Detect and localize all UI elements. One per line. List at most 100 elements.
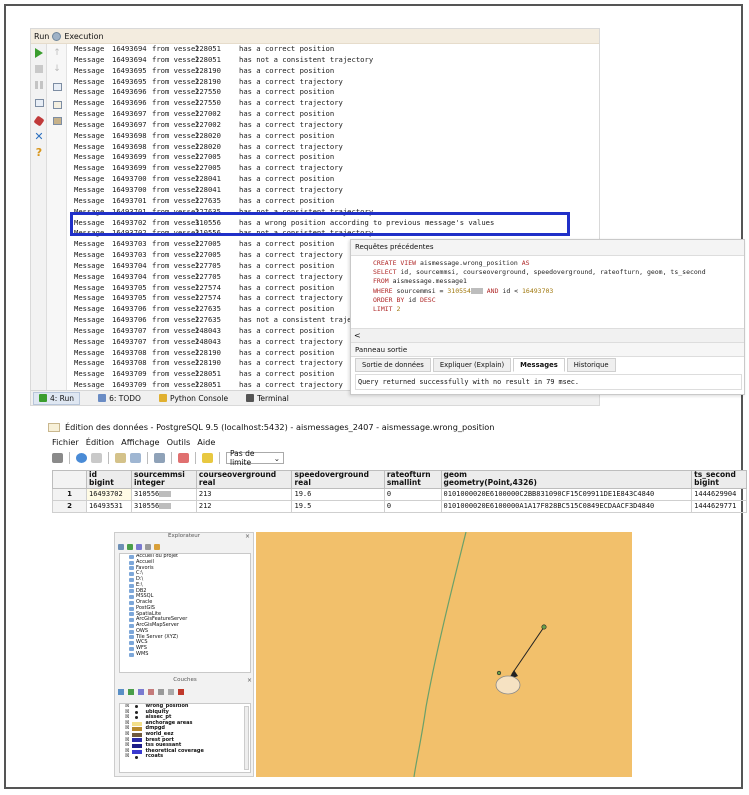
limit-select[interactable]: Pas de limite ⌄ [226,449,284,467]
cell-speedoverground[interactable]: 19.6 [291,487,385,501]
folder-icon [129,618,134,623]
arrow-up-icon[interactable]: ↑ [52,48,62,58]
filter-icon[interactable] [148,689,154,695]
folder-icon [129,635,134,640]
cell-sourcemmsi[interactable]: 310556 [130,487,197,501]
bottom-tab[interactable]: 6: TODO [98,394,141,403]
cell-speedoverground[interactable]: 19.5 [291,499,385,513]
edit-menubar: Fichier Édition Affichage Outils Aide [52,435,738,449]
log-field: has a correct trajectory [239,98,343,108]
column-header[interactable]: id bigint [86,470,132,489]
print-icon[interactable] [52,100,62,110]
table-row[interactable]: 2 16493531 310556 212 19.5 0 0101000020E610000… [52,499,747,513]
log-field: 16493697 [112,109,147,119]
cell-id[interactable]: 16493531 [86,499,132,513]
run-title: Execution [64,31,104,41]
help-icon[interactable] [202,453,213,463]
output-tab[interactable]: Messages [513,358,565,372]
stop-icon[interactable] [34,64,44,74]
cell-rateofturn[interactable]: 0 [383,487,442,501]
undo-icon[interactable] [91,453,102,463]
explorer-item[interactable]: WMS [123,651,250,658]
cell-geom[interactable]: 0101000020E6100000A1A17F828BC515C0849ECD… [440,499,693,513]
log-line: Message 16493696 from vessel 227550 has a co… [74,98,599,109]
delete-icon[interactable] [154,453,165,463]
cell-ts-second[interactable]: 1444629904 [691,487,747,501]
row-number[interactable]: 2 [52,499,87,513]
log-field: Message [74,130,105,140]
layer-checkbox[interactable]: ☒ [125,754,129,760]
trash-icon[interactable] [52,116,62,126]
data-grid[interactable]: id bigint sourcemmsi integer courseovergroun… [52,470,747,513]
explorer-tree[interactable]: Accueil du projet Accueil Favoris C:\ D:\ E:\… [119,553,251,673]
menu-item[interactable]: Affichage [121,437,159,447]
output-tab[interactable]: Expliquer (Explain) [432,358,512,372]
layers-scrollbar[interactable] [244,706,249,770]
style-icon[interactable] [118,689,124,695]
layout-icon[interactable] [34,98,44,108]
refresh-icon[interactable] [127,544,133,550]
output-tab[interactable]: Historique [566,358,616,372]
filter-icon[interactable] [136,544,142,550]
cell-id[interactable]: 16493702 [86,487,132,501]
collapse-icon[interactable] [145,544,151,550]
cell-ts-second[interactable]: 1444629771 [691,499,747,513]
gear-icon[interactable] [52,31,62,41]
menu-item[interactable]: Aide [197,437,215,447]
copy-icon[interactable] [115,453,126,463]
properties-icon[interactable] [154,544,160,550]
column-header[interactable]: sourcemmsi integer [130,470,197,489]
bottom-tab[interactable]: Terminal [246,394,289,403]
column-header[interactable]: rateofturn smallint [383,470,442,489]
log-field: has a correct trajectory [239,271,343,281]
output-tab[interactable]: Sortie de données [355,358,431,372]
sql-editor[interactable]: CREATE VIEW aismessage.wrong_position AS… [351,256,744,329]
cell-courseoverground[interactable]: 213 [195,487,293,501]
bottom-tab[interactable]: Python Console [158,394,228,403]
menu-item[interactable]: Outils [167,437,191,447]
add-group-icon[interactable] [128,689,134,695]
visibility-icon[interactable] [138,689,144,695]
expand-icon[interactable] [158,689,164,695]
close-icon[interactable]: ✕ [34,131,44,142]
cell-geom[interactable]: 0101000020E6100000C2BB831090CF15C09911DE… [440,487,693,501]
collapse-icon[interactable] [168,689,174,695]
save-icon[interactable] [52,453,63,463]
log-field: 227550 [195,87,221,97]
table-row[interactable]: 1 16493702 310556 213 19.6 0 0101000020E610000… [52,487,747,501]
filter-icon[interactable] [178,453,189,463]
paste-icon[interactable] [130,453,141,463]
log-field: has not a consistent trajectory [239,54,374,64]
layer-item[interactable]: ☒ rcoats [125,754,250,760]
row-number[interactable]: 1 [52,487,87,501]
remove-icon[interactable] [178,689,184,695]
column-header[interactable]: geom geometry(Point,4326) [440,470,693,489]
column-header[interactable]: speedoverground real [291,470,385,489]
log-line: Message 16493697 from vessel 227002 has a co… [74,109,599,120]
layers-tree[interactable]: ☒ wrong_position ☒ ubiquity ☒ aissec_pt ☒ ancho… [119,703,251,773]
cell-sourcemmsi[interactable]: 310556 [130,499,197,513]
column-header[interactable]: courseoverground real [195,470,293,489]
bottom-tab[interactable]: 4: Run [33,391,81,405]
cell-courseoverground[interactable]: 212 [195,499,293,513]
rerun-icon[interactable] [34,48,44,58]
pin-icon[interactable] [33,115,45,127]
arrow-down-icon[interactable]: ↓ [52,64,62,74]
refresh-icon[interactable] [76,453,87,463]
soft-wrap-icon[interactable] [52,82,62,92]
column-header[interactable]: ts_second bigint [691,470,747,489]
menu-item[interactable]: Fichier [52,437,79,447]
pause-icon[interactable] [34,80,44,90]
cell-rateofturn[interactable]: 0 [383,499,442,513]
horizontal-scrollbar[interactable]: < [351,329,744,343]
add-icon[interactable] [118,544,124,550]
log-field: Message [74,336,105,346]
map-canvas[interactable] [256,532,632,777]
log-field: has a correct position [239,65,335,75]
log-field: from vessel [152,369,200,379]
close-icon[interactable]: × [247,677,252,684]
close-icon[interactable]: × [245,533,250,540]
help-icon[interactable]: ? [34,147,44,158]
log-field: 248043 [195,325,221,335]
menu-item[interactable]: Édition [86,437,114,447]
